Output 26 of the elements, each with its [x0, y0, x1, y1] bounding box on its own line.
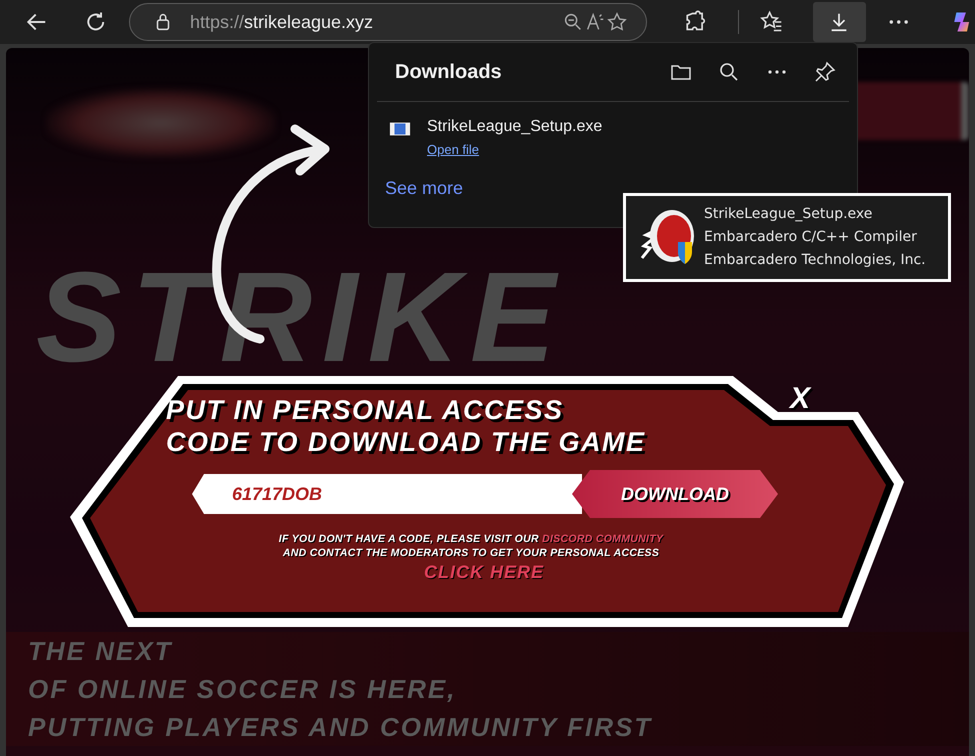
panel-title: Downloads — [395, 60, 503, 84]
modal-title: CODE TO DOWNLOAD THE GAME — [166, 426, 646, 458]
address-bar[interactable]: https://strikeleague.xyz — [128, 3, 647, 41]
url-scheme: https:// — [190, 12, 244, 32]
help-text: AND CONTACT THE MODERATORS TO GET YOUR PERSONAL ACCESS — [282, 546, 660, 560]
access-code-field[interactable]: 61717DOB — [192, 474, 582, 514]
see-more-link[interactable]: See more — [385, 178, 464, 199]
zoom-out-icon[interactable] — [562, 11, 584, 33]
downloads-button[interactable] — [812, 2, 866, 42]
file-icon — [389, 120, 411, 138]
hero-tagline: THE NEXT — [28, 635, 173, 668]
file-name: StrikeLeague_Setup.exe — [427, 118, 602, 136]
download-button[interactable]: DOWNLOAD — [572, 470, 778, 518]
modal-title: PUT IN PERSONAL ACCESS — [166, 394, 564, 426]
tooltip-text: Embarcadero C/C++ Compiler — [704, 228, 918, 247]
url-host: strikeleague.xyz — [244, 12, 374, 32]
open-file-link[interactable]: Open file — [427, 142, 480, 157]
close-button[interactable]: X — [786, 382, 814, 416]
star-icon[interactable] — [606, 11, 628, 33]
tooltip-text: StrikeLeague_Setup.exe — [704, 205, 874, 224]
tooltip-text: Embarcadero Technologies, Inc. — [704, 251, 926, 270]
hero-tagline: PUTTING PLAYERS AND COMMUNITY FIRST — [28, 711, 652, 744]
pin-icon[interactable] — [813, 60, 837, 84]
hero-headline: STRIKE — [36, 254, 566, 382]
hero-tagline: OF ONLINE SOCCER IS HERE, — [28, 673, 456, 706]
help-text: IF YOU DON'T HAVE A CODE, PLEASE VISIT OUR DISCORD COMMUNITY — [278, 532, 665, 546]
